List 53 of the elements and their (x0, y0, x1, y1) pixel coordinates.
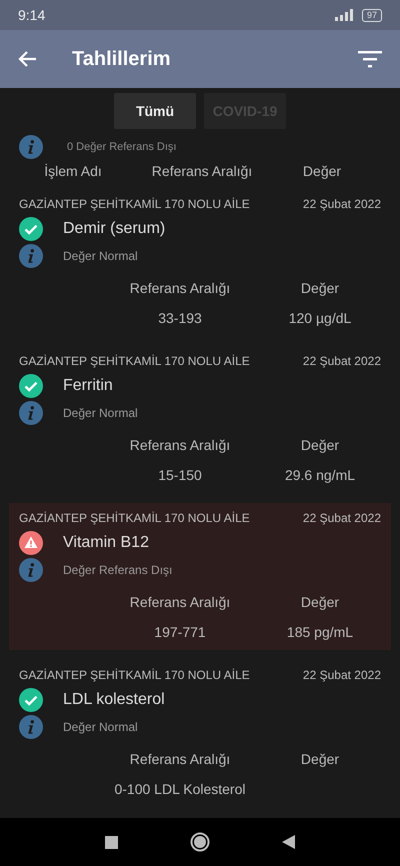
screen-title: Tahlillerim (72, 48, 172, 70)
info-icon[interactable] (19, 244, 43, 268)
facility-name: GAZİANTEP ŞEHİTKAMİL 170 NOLU AİLE (19, 354, 250, 368)
facility-name: GAZİANTEP ŞEHİTKAMİL 170 NOLU AİLE (19, 511, 250, 525)
result-date: 22 Şubat 2022 (302, 511, 381, 525)
info-icon[interactable] (19, 558, 43, 582)
result-value: 185 pg/mL (286, 624, 354, 640)
column-header: Referans Aralığı (128, 751, 232, 767)
result-card[interactable]: GAZİANTEP ŞEHİTKAMİL 170 NOLU AİLE 22 Şubat 2022 LDL kolesterol Değer Normal Referans Aralığı Değer 0-100 LDL Kolesterol (9, 660, 391, 807)
column-header: Değer (300, 594, 340, 610)
column-header: Referans Aralığı (128, 280, 232, 296)
column-header: Değer (300, 437, 340, 453)
filter-button[interactable] (358, 50, 382, 68)
result-date: 22 Şubat 2022 (302, 668, 381, 682)
result-note: 0 Değer Referans Dışı (67, 141, 176, 153)
column-header: Değer (300, 751, 340, 767)
column-header: Referans Aralığı (150, 163, 254, 179)
reference-range: 197-771 (153, 624, 207, 640)
result-card[interactable]: GAZİANTEP ŞEHİTKAMİL 170 NOLU AİLE 22 Şubat 2022 Demir (serum) Değer Normal Referans Aralığı Değer 33-193 120 µg/dL (9, 189, 391, 336)
column-header: Değer (302, 163, 342, 179)
test-name: LDL kolesterol (63, 691, 165, 709)
facility-name: GAZİANTEP ŞEHİTKAMİL 170 NOLU AİLE (19, 668, 250, 682)
reference-range: 15-150 (157, 467, 203, 483)
result-value: 29.6 ng/mL (284, 467, 356, 483)
result-card[interactable]: GAZİANTEP ŞEHİTKAMİL 170 NOLU AİLE 22 Şubat 2022 Vitamin B12 Değer Referans Dışı Referans Aralığı Değer 197-771 185 pg/mL (9, 503, 391, 650)
filter-tab[interactable]: Tümü (114, 93, 196, 129)
test-name: Ferritin (63, 377, 113, 395)
home-button[interactable] (190, 832, 210, 852)
result-note: Değer Normal (63, 406, 138, 420)
result-note: Değer Normal (63, 720, 138, 734)
result-value: 120 µg/dL (288, 310, 352, 326)
result-card[interactable]: GAZİANTEP ŞEHİTKAMİL 170 NOLU AİLE 22 Şubat 2022 Ferritin Değer Normal Referans Aralığı Değer 15-150 29.6 ng/mL (9, 346, 391, 493)
column-header: Referans Aralığı (128, 437, 232, 453)
reference-range: 33-193 (157, 310, 203, 326)
info-icon[interactable] (19, 401, 43, 425)
result-date: 22 Şubat 2022 (302, 197, 381, 211)
info-icon[interactable] (19, 715, 43, 739)
info-icon[interactable] (19, 135, 43, 159)
column-header: Değer (300, 280, 340, 296)
result-note: Değer Referans Dışı (63, 563, 172, 577)
result-date: 22 Şubat 2022 (302, 354, 381, 368)
facility-name: GAZİANTEP ŞEHİTKAMİL 170 NOLU AİLE (19, 197, 250, 211)
reference-range: 0-100 LDL Kolesterol (113, 781, 246, 797)
result-note: Değer Normal (63, 249, 138, 263)
back-button[interactable] (18, 49, 38, 69)
test-name: Vitamin B12 (63, 534, 149, 552)
column-header: İşlem Adı (43, 163, 103, 179)
status-time: 9:14 (18, 7, 46, 23)
recents-button[interactable] (105, 836, 118, 848)
column-header: Referans Aralığı (128, 594, 232, 610)
back-nav-button[interactable] (282, 835, 295, 849)
test-name: Demir (serum) (63, 220, 166, 238)
battery-indicator: 97 (362, 8, 382, 22)
